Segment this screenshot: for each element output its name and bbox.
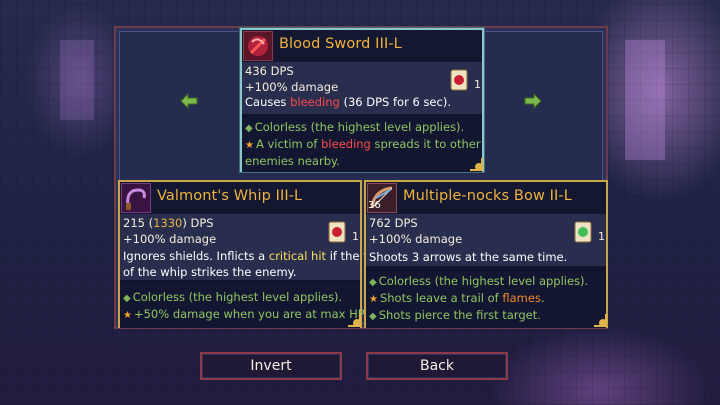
scroll-count: 1 — [474, 78, 481, 91]
scroll-count: 1 — [598, 230, 605, 243]
corner-ornament-icon — [470, 158, 483, 171]
dps-crit-value: 1330 — [153, 216, 183, 230]
damage-bonus: +100% damage — [123, 232, 217, 246]
affix-colorless: ◆ Colorless (the highest level applies). — [245, 120, 464, 134]
dps-value: 436 DPS — [245, 64, 294, 78]
affix-colorless: ◆ Colorless (the highest level applies). — [123, 290, 342, 304]
affix-highlight: bleeding — [321, 137, 371, 151]
affix-pierce: ◆ Shots pierce the first target. — [369, 308, 541, 322]
stats-block: 215 (1330) DPS +100% damage Ignores shie… — [120, 214, 378, 280]
item-description: Causes bleeding (36 DPS for 6 sec). — [245, 94, 451, 110]
affix-text: A victim of — [255, 137, 322, 151]
diamond-icon: ◆ — [123, 293, 131, 304]
affix-bleed-spread-line2: enemies nearby. — [245, 154, 340, 168]
item-description: Ignores shields. Inflicts a critical hit… — [123, 248, 378, 280]
affix-text: Shots pierce the first target. — [378, 308, 541, 322]
item-card-bow[interactable]: 36 Multiple-nocks Bow II-L 762 DPS +100%… — [364, 180, 608, 328]
stats-block: 762 DPS +100% damage Shoots 3 arrows at … — [366, 214, 606, 266]
corner-ornament-icon — [348, 314, 361, 327]
background-pillar — [625, 40, 665, 160]
whip-icon — [121, 183, 151, 213]
damage-bonus: +100% damage — [245, 80, 339, 94]
dps-text: ) DPS — [182, 216, 214, 230]
card-header: Valmont's Whip III-L — [120, 182, 360, 214]
damage-bonus: +100% damage — [369, 232, 463, 246]
affix-flames: ★ Shots leave a trail of flames. — [369, 291, 545, 305]
desc-text: Ignores shields. Inflicts a — [123, 249, 269, 263]
invert-button[interactable]: Invert — [200, 352, 342, 380]
dps-text: 215 ( — [123, 216, 154, 230]
card-header: 36 Multiple-nocks Bow II-L — [366, 182, 606, 214]
scroll-icon — [326, 220, 348, 244]
star-icon: ★ — [369, 294, 378, 305]
background-pillar — [60, 40, 94, 120]
item-title: Valmont's Whip III-L — [157, 188, 303, 204]
affix-block: ◆ Colorless (the highest level applies). … — [242, 117, 482, 172]
diamond-icon: ◆ — [245, 123, 253, 134]
item-title: Blood Sword III-L — [279, 36, 402, 52]
corner-ornament-icon — [594, 314, 607, 327]
stats-block: 436 DPS +100% damage Causes bleeding (36… — [242, 62, 482, 114]
item-card-whip[interactable]: Valmont's Whip III-L 215 (1330) DPS +100… — [118, 180, 378, 328]
desc-text: of the whip strikes the enemy. — [123, 265, 297, 279]
desc-highlight: bleeding — [290, 95, 340, 109]
dps-value: 215 (1330) DPS — [123, 216, 214, 230]
back-button[interactable]: Back — [366, 352, 508, 380]
scroll-icon — [448, 68, 470, 92]
affix-text: Colorless (the highest level applies). — [132, 290, 343, 304]
affix-text: Shots leave a trail of — [379, 291, 503, 305]
affix-text: Colorless (the highest level applies). — [254, 120, 465, 134]
blood-sword-icon — [243, 31, 273, 61]
star-icon: ★ — [123, 310, 132, 321]
affix-max-hp: ★ +50% damage when you are at max HP. — [123, 307, 367, 321]
affix-text: Colorless (the highest level applies). — [378, 274, 589, 288]
dps-value: 762 DPS — [369, 216, 418, 230]
affix-text: . — [540, 291, 545, 305]
diamond-icon: ◆ — [369, 277, 377, 288]
star-icon: ★ — [245, 140, 254, 151]
diamond-icon: ◆ — [369, 311, 377, 322]
icon-count: 36 — [368, 200, 381, 211]
scroll-count: 1 — [352, 230, 359, 243]
affix-block: ◆ Colorless (the highest level applies). … — [366, 270, 606, 328]
affix-bleed-spread: ★ A victim of bleeding spreads it to othe… — [245, 137, 481, 151]
item-card-blood-sword[interactable]: Blood Sword III-L 436 DPS +100% damage C… — [240, 28, 484, 172]
item-description: Shoots 3 arrows at the same time. — [369, 250, 568, 264]
affix-block: ◆ Colorless (the highest level applies). … — [120, 284, 367, 328]
desc-text: (36 DPS for 6 sec). — [339, 95, 451, 109]
card-header: Blood Sword III-L — [242, 30, 482, 62]
item-title: Multiple-nocks Bow II-L — [403, 188, 572, 204]
affix-colorless: ◆ Colorless (the highest level applies). — [369, 274, 588, 288]
desc-text: Causes — [245, 95, 291, 109]
affix-text: +50% damage when you are at max HP. — [133, 307, 367, 321]
desc-highlight: critical hit — [268, 249, 327, 263]
affix-highlight: flames — [502, 291, 541, 305]
scroll-icon — [572, 220, 594, 244]
arrow-left-icon[interactable] — [180, 92, 198, 110]
affix-text: spreads it to other — [370, 137, 481, 151]
arrow-right-icon[interactable] — [524, 92, 542, 110]
